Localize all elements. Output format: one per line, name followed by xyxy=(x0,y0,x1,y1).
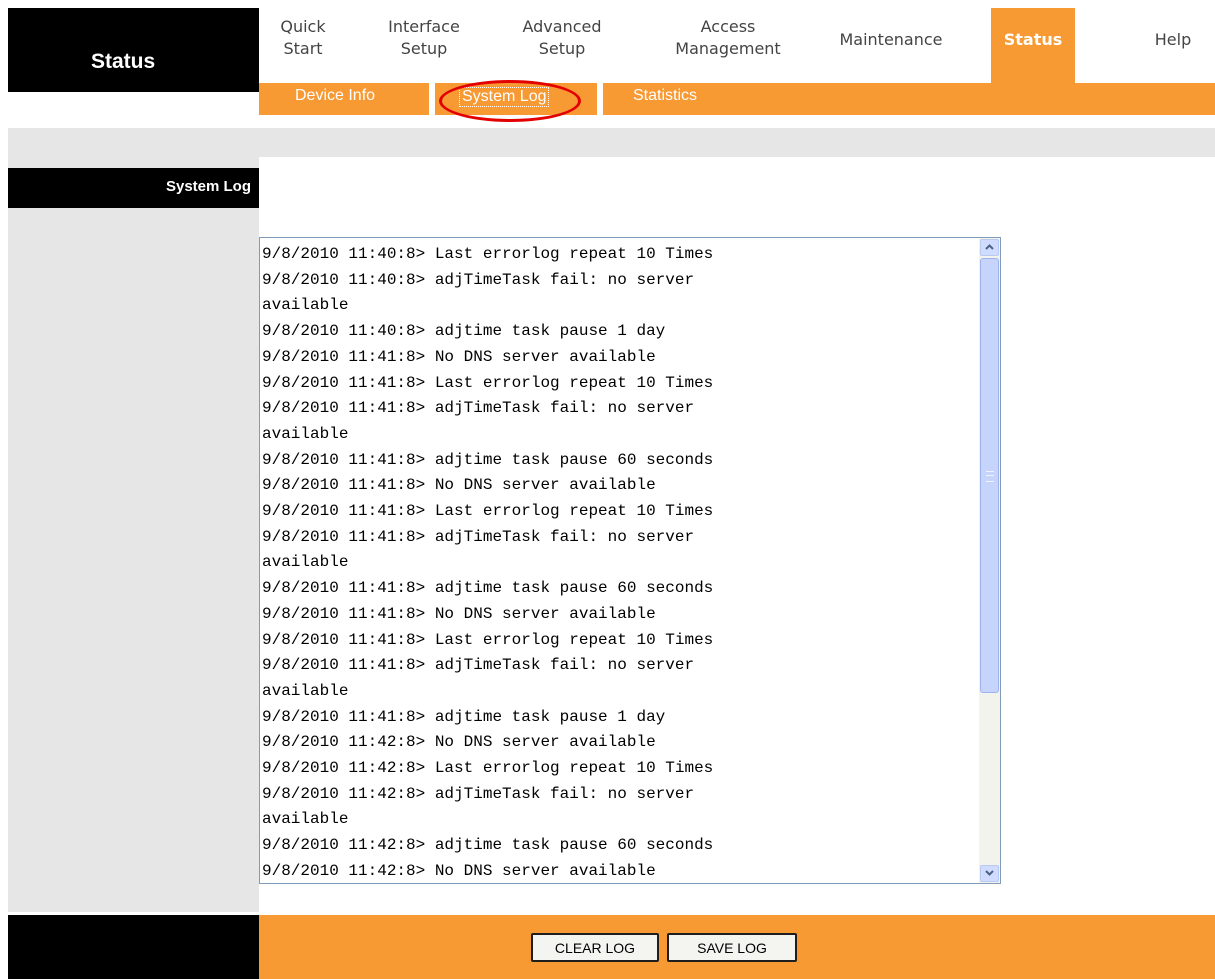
router-admin-page: Status Quick Start Interface Setup Advan… xyxy=(8,8,1215,979)
footer-bar: CLEAR LOG SAVE LOG xyxy=(259,915,1215,979)
menu-maintenance[interactable]: Maintenance xyxy=(815,29,967,51)
menu-quick-start[interactable]: Quick Start xyxy=(279,16,327,60)
log-scrollbar[interactable] xyxy=(979,238,1000,883)
main-menu: Quick Start Interface Setup Advanced Set… xyxy=(259,8,1215,83)
menu-interface-setup[interactable]: Interface Setup xyxy=(379,16,469,60)
left-column xyxy=(8,157,259,912)
sub-menu: Device Info System Log Statistics xyxy=(259,80,1215,122)
divider-strip xyxy=(8,128,1215,157)
header-section-block: Status xyxy=(8,8,259,92)
menu-advanced-setup[interactable]: Advanced Setup xyxy=(517,16,607,60)
menu-status-label: Status xyxy=(1003,30,1063,49)
submenu-divider xyxy=(429,83,435,115)
menu-help[interactable]: Help xyxy=(1139,29,1207,51)
highlight-ring xyxy=(439,80,581,122)
log-text: 9/8/2010 11:40:8> Last errorlog repeat 1… xyxy=(262,245,714,880)
submenu-device-info[interactable]: Device Info xyxy=(295,87,375,105)
section-label: System Log xyxy=(8,168,259,208)
chevron-up-icon xyxy=(985,242,994,253)
grip-icon xyxy=(986,471,994,482)
scrollbar-thumb[interactable] xyxy=(980,258,999,693)
menu-status[interactable]: Status xyxy=(991,8,1075,83)
chevron-down-icon xyxy=(985,868,994,879)
scroll-down-button[interactable] xyxy=(980,865,999,882)
scroll-up-button[interactable] xyxy=(980,239,999,256)
menu-access-management[interactable]: Access Management xyxy=(663,16,793,60)
save-log-button[interactable]: SAVE LOG xyxy=(667,933,797,962)
section-title: Status xyxy=(91,50,156,73)
footer-left-block xyxy=(8,915,259,979)
clear-log-button[interactable]: CLEAR LOG xyxy=(531,933,659,962)
system-log-textarea[interactable]: 9/8/2010 11:40:8> Last errorlog repeat 1… xyxy=(259,237,1001,884)
submenu-statistics[interactable]: Statistics xyxy=(633,87,697,105)
submenu-divider xyxy=(597,83,603,115)
